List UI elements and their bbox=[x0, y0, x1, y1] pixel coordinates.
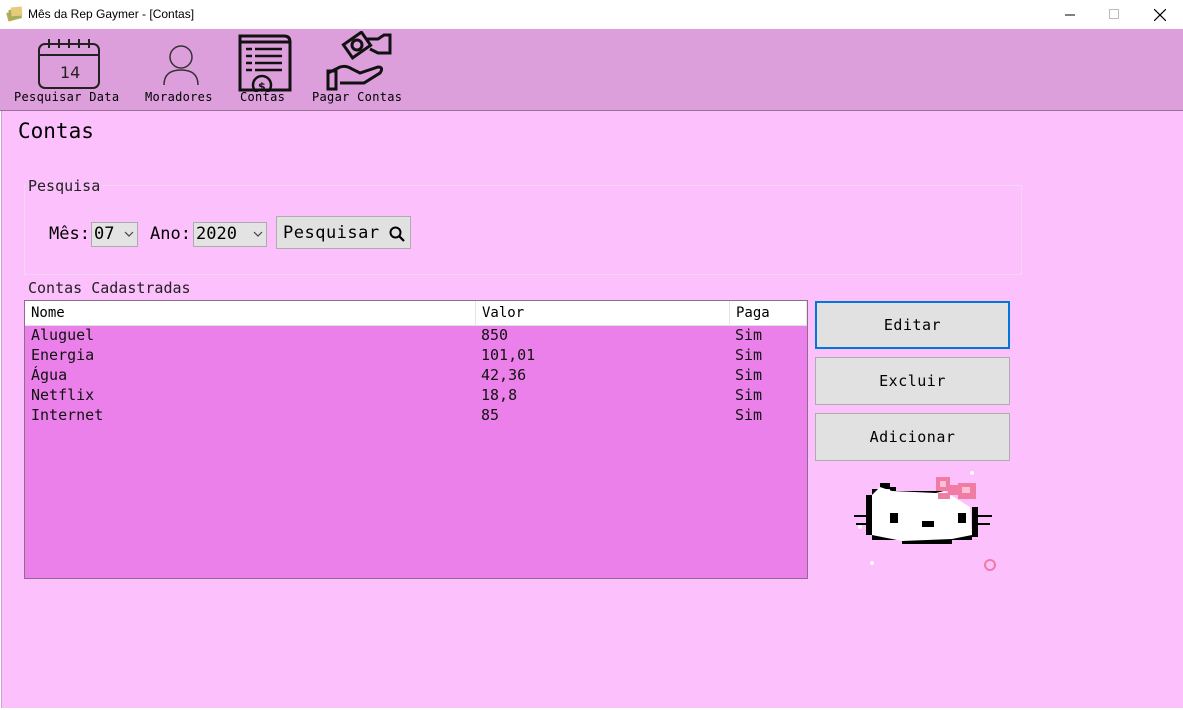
table-header: Nome Valor Paga bbox=[25, 301, 807, 326]
table-row[interactable]: Netflix 18,8 Sim bbox=[25, 386, 807, 406]
search-icon bbox=[389, 226, 405, 242]
edit-button[interactable]: Editar bbox=[815, 301, 1010, 349]
month-label: Mês: bbox=[49, 224, 90, 244]
maximize-button[interactable] bbox=[1091, 0, 1137, 29]
chevron-down-icon bbox=[253, 231, 263, 237]
close-icon bbox=[1154, 8, 1166, 21]
month-value: 07 bbox=[94, 224, 115, 244]
cell-paga: Sim bbox=[735, 366, 763, 384]
toolbar-label: Pesquisar Data bbox=[14, 90, 120, 104]
chevron-down-icon bbox=[124, 231, 134, 237]
svg-text:14: 14 bbox=[60, 63, 80, 82]
window-title: Mês da Rep Gaymer - [Contas] bbox=[28, 7, 195, 21]
app-icon bbox=[6, 6, 23, 22]
table-row[interactable]: Energia 101,01 Sim bbox=[25, 346, 807, 366]
cell-valor: 85 bbox=[481, 406, 500, 424]
cell-nome: Água bbox=[31, 366, 68, 384]
cell-valor: 42,36 bbox=[481, 366, 527, 384]
cell-nome: Aluguel bbox=[31, 326, 95, 344]
year-value: 2020 bbox=[196, 224, 237, 244]
toolbar: 14 Pesquisar Data Moradores $ Contas Pag… bbox=[0, 29, 1183, 111]
toolbar-item-pagar-contas[interactable]: Pagar Contas bbox=[310, 29, 410, 110]
toolbar-label: Moradores bbox=[145, 90, 213, 104]
toolbar-label: Pagar Contas bbox=[312, 90, 403, 104]
title-bar: Mês da Rep Gaymer - [Contas] bbox=[0, 0, 1183, 29]
toolbar-item-pesquisar-data[interactable]: 14 Pesquisar Data bbox=[12, 29, 128, 110]
cell-valor: 101,01 bbox=[481, 346, 536, 364]
table-row[interactable]: Internet 85 Sim bbox=[25, 406, 807, 426]
cell-paga: Sim bbox=[735, 326, 763, 344]
cell-valor: 850 bbox=[481, 326, 509, 344]
bill-icon: $ bbox=[238, 34, 292, 92]
search-button-label: Pesquisar bbox=[283, 222, 380, 243]
calendar-icon: 14 bbox=[38, 39, 100, 89]
hello-kitty-image bbox=[854, 471, 996, 571]
cell-nome: Energia bbox=[31, 346, 95, 364]
year-label: Ano: bbox=[150, 224, 191, 244]
close-button[interactable] bbox=[1137, 0, 1183, 29]
table-row[interactable]: Aluguel 850 Sim bbox=[25, 326, 807, 346]
cell-paga: Sim bbox=[735, 386, 763, 404]
bills-group-label: Contas Cadastradas bbox=[26, 279, 193, 297]
toolbar-item-contas[interactable]: $ Contas bbox=[236, 29, 292, 110]
delete-button[interactable]: Excluir bbox=[815, 357, 1010, 405]
add-button[interactable]: Adicionar bbox=[815, 413, 1010, 461]
search-group-label: Pesquisa bbox=[26, 177, 103, 195]
month-select[interactable]: 07 bbox=[91, 222, 138, 247]
toolbar-item-moradores[interactable]: Moradores bbox=[143, 29, 219, 110]
cell-valor: 18,8 bbox=[481, 386, 518, 404]
column-header-nome[interactable]: Nome bbox=[25, 301, 476, 325]
content-area: Contas Pesquisa Mês: 07 Ano: 2020 Pesqui… bbox=[1, 111, 1183, 708]
column-header-valor[interactable]: Valor bbox=[476, 301, 730, 325]
pay-hand-icon bbox=[326, 31, 392, 91]
bills-table[interactable]: Nome Valor Paga Aluguel 850 Sim Energia … bbox=[24, 300, 808, 579]
cell-nome: Internet bbox=[31, 406, 104, 424]
page-title: Contas bbox=[18, 119, 94, 143]
table-row[interactable]: Água 42,36 Sim bbox=[25, 366, 807, 386]
toolbar-label: Contas bbox=[240, 90, 286, 104]
maximize-icon bbox=[1108, 9, 1119, 19]
cell-paga: Sim bbox=[735, 406, 763, 424]
search-button[interactable]: Pesquisar bbox=[276, 216, 411, 249]
column-header-paga[interactable]: Paga bbox=[730, 301, 807, 325]
minimize-icon bbox=[1064, 14, 1075, 16]
cell-nome: Netflix bbox=[31, 386, 95, 404]
year-select[interactable]: 2020 bbox=[193, 222, 267, 247]
cell-paga: Sim bbox=[735, 346, 763, 364]
user-icon bbox=[163, 45, 199, 86]
minimize-button[interactable] bbox=[1047, 0, 1093, 29]
